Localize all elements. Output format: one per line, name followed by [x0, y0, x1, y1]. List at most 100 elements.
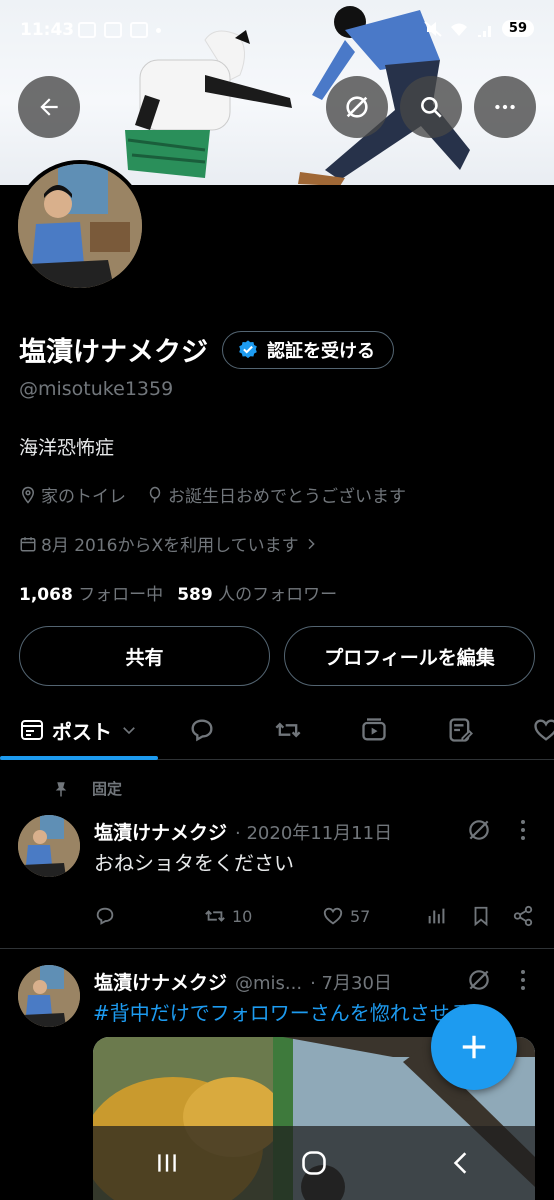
profile-tabs: ポスト	[0, 700, 554, 760]
more-button[interactable]	[474, 76, 536, 138]
post-actions: 10 57	[94, 905, 534, 933]
post-date[interactable]: · 7月30日	[310, 969, 392, 995]
status-system-icons: 59	[424, 20, 534, 37]
wifi-icon	[450, 23, 467, 36]
post-text: おねショタをください	[94, 851, 294, 875]
video-icon	[362, 718, 386, 741]
chevron-right-icon	[308, 538, 315, 549]
reply-bubble-icon	[191, 719, 213, 742]
profile-name-row: 塩漬けナメクジ 認証を受ける	[19, 330, 394, 369]
share-post-button[interactable]	[512, 905, 534, 927]
share-icon	[513, 905, 533, 927]
views-button[interactable]	[426, 905, 448, 927]
analytics-icon	[428, 908, 445, 924]
joined-text: 8月 2016からXを利用しています	[41, 536, 299, 556]
heart-icon	[323, 907, 343, 925]
profile-meta: 家のトイレ お誕生日おめでとうございます	[19, 482, 406, 507]
grok-button[interactable]	[326, 76, 388, 138]
post-avatar[interactable]	[18, 965, 80, 1027]
more-vertical-icon[interactable]	[514, 968, 532, 992]
recent-apps-button[interactable]	[137, 1133, 197, 1193]
tab-posts-label: ポスト	[52, 719, 112, 744]
post-header: 塩漬けナメクジ · 2020年11月11日	[94, 818, 392, 845]
tab-videos[interactable]	[344, 700, 404, 760]
back-chevron-icon	[454, 1152, 467, 1174]
location-text: 家のトイレ	[41, 487, 126, 507]
post-author-name[interactable]: 塩漬けナメクジ	[94, 968, 227, 995]
heart-icon	[534, 719, 554, 741]
repost-icon	[205, 910, 225, 922]
pinned-label: 固定	[92, 780, 123, 798]
profile-handle: @misotuke1359	[19, 378, 174, 400]
tab-posts[interactable]: ポスト	[0, 700, 158, 760]
compose-post-button[interactable]	[431, 1004, 517, 1090]
post-divider	[0, 948, 554, 949]
chevron-down-icon	[123, 727, 135, 735]
status-notification-icons	[78, 22, 161, 38]
followers-stat[interactable]: 589 人のフォロワー	[177, 580, 337, 605]
status-bar: 11:43 59	[0, 0, 554, 62]
followers-label: 人のフォロワー	[218, 585, 338, 605]
mute-icon	[424, 20, 442, 37]
post-header: 塩漬けナメクジ @mis... · 7月30日	[94, 968, 392, 995]
like-button[interactable]: 57	[322, 905, 370, 927]
profile-bio: 海洋恐怖症	[19, 437, 115, 459]
verified-badge-icon	[239, 339, 257, 358]
repost-button[interactable]: 10	[204, 905, 252, 927]
tab-likes[interactable]	[516, 700, 554, 760]
more-vertical-icon[interactable]	[514, 818, 532, 842]
more-horizontal-icon	[495, 104, 515, 110]
follow-stats: 1,068 フォロー中 589 人のフォロワー	[19, 580, 337, 605]
system-navigation-bar	[93, 1126, 535, 1200]
screenshot-icon	[104, 22, 122, 38]
post-author-handle[interactable]: @mis...	[235, 973, 302, 994]
profile-joined[interactable]: 8月 2016からXを利用しています	[19, 531, 319, 556]
get-verified-button[interactable]: 認証を受ける	[222, 330, 394, 369]
repost-icon	[275, 722, 301, 738]
calendar-icon	[20, 536, 36, 551]
tab-reposts[interactable]	[258, 700, 318, 760]
pin-icon	[55, 781, 67, 796]
grok-icon[interactable]	[466, 967, 492, 993]
following-count: 1,068	[19, 585, 73, 605]
post-date[interactable]: · 2020年11月11日	[235, 819, 392, 845]
back-button[interactable]	[18, 76, 80, 138]
repost-count: 10	[232, 906, 253, 926]
calendar-icon	[78, 22, 96, 38]
recent-apps-icon	[157, 1154, 176, 1172]
signal-icon	[477, 25, 491, 37]
balloon-icon	[149, 486, 161, 503]
bookmark-icon	[474, 906, 488, 927]
grok-icon	[346, 96, 368, 118]
status-time: 11:43	[20, 20, 75, 40]
following-stat[interactable]: 1,068 フォロー中	[19, 580, 163, 605]
post-avatar[interactable]	[18, 815, 80, 877]
profile-location: 家のトイレ	[19, 482, 126, 507]
search-button[interactable]	[400, 76, 462, 138]
avatar-photo	[18, 164, 142, 288]
post-author-name[interactable]: 塩漬けナメクジ	[94, 818, 227, 845]
reply-button[interactable]	[94, 905, 116, 927]
post-list-icon	[21, 720, 43, 740]
like-count: 57	[350, 906, 371, 926]
reply-bubble-icon	[96, 907, 114, 925]
home-button[interactable]	[284, 1133, 344, 1193]
pinned-indicator: 固定	[52, 778, 122, 799]
avatar-photo	[18, 815, 80, 877]
arrow-left-icon	[40, 98, 58, 116]
article-icon	[449, 718, 473, 742]
avatar-photo	[18, 965, 80, 1027]
search-icon	[421, 97, 442, 118]
get-verified-label: 認証を受ける	[267, 340, 375, 362]
tab-replies[interactable]	[172, 700, 232, 760]
tab-articles[interactable]	[430, 700, 490, 760]
bookmark-button[interactable]	[470, 905, 492, 927]
followers-count: 589	[177, 585, 213, 605]
back-nav-button[interactable]	[431, 1133, 491, 1193]
grok-icon[interactable]	[466, 817, 492, 843]
profile-birthday: お誕生日おめでとうございます	[146, 482, 406, 507]
profile-avatar[interactable]	[14, 160, 146, 292]
edit-profile-button[interactable]: プロフィールを編集	[284, 626, 535, 686]
following-label: フォロー中	[78, 585, 164, 605]
share-button[interactable]: 共有	[19, 626, 270, 686]
